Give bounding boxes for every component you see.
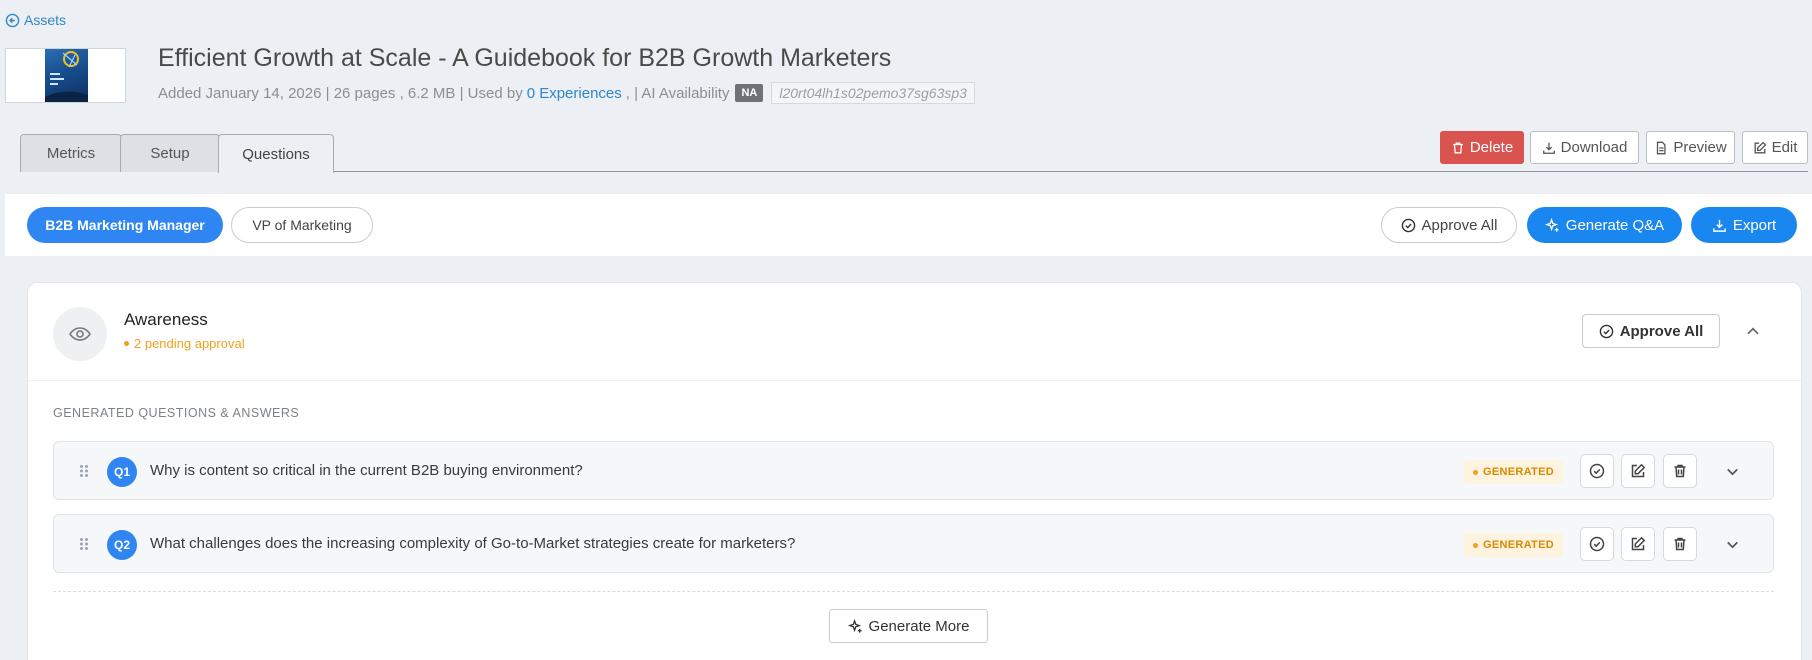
approve-all-persona-button[interactable]: Approve All	[1381, 207, 1517, 243]
delete-button-label: Delete	[1469, 139, 1514, 156]
persona-tab-b2b-marketing-manager[interactable]: B2B Marketing Manager	[27, 207, 223, 243]
generate-more-label: Generate More	[868, 617, 970, 635]
question-number-badge: Q2	[107, 530, 137, 560]
stage-card-awareness: Awareness 2 pending approval Approve All…	[27, 282, 1802, 660]
status-badge: GENERATED	[1464, 460, 1563, 484]
sparkle-icon	[847, 618, 863, 634]
approve-all-stage-label: Approve All	[1619, 322, 1704, 340]
status-label: GENERATED	[1483, 539, 1554, 551]
edit-icon	[1630, 536, 1646, 552]
preview-button-label: Preview	[1673, 139, 1727, 156]
status-badge: GENERATED	[1464, 533, 1563, 557]
trash-icon	[1672, 463, 1688, 479]
pending-dot-icon	[124, 341, 129, 346]
pending-approval-label: 2 pending approval	[134, 336, 245, 351]
check-circle-icon	[1589, 463, 1605, 479]
drag-handle-icon[interactable]	[79, 537, 89, 551]
tab-questions[interactable]: Questions	[218, 134, 334, 173]
dashed-divider	[53, 591, 1774, 592]
persona-bar: B2B Marketing Manager VP of Marketing Ap…	[5, 194, 1812, 256]
status-dot-icon	[1473, 542, 1478, 548]
asset-meta-suffix: , | AI Availability	[625, 84, 730, 102]
check-circle-icon	[1599, 324, 1614, 339]
download-icon	[1542, 141, 1556, 155]
drag-handle-icon[interactable]	[79, 464, 89, 478]
approve-question-button[interactable]	[1580, 454, 1614, 488]
status-label: GENERATED	[1483, 466, 1554, 478]
tab-setup[interactable]: Setup	[120, 134, 220, 172]
question-row[interactable]: Q1 Why is content so critical in the cur…	[53, 441, 1774, 500]
generate-qa-label: Generate Q&A	[1565, 216, 1665, 234]
chevron-down-icon[interactable]	[1724, 463, 1741, 480]
generate-qa-button[interactable]: Generate Q&A	[1527, 207, 1682, 243]
asset-id: l20rt04lh1s02pemo37sg63sp3	[771, 82, 975, 104]
delete-question-button[interactable]	[1663, 454, 1697, 488]
document-icon	[1654, 141, 1668, 155]
edit-button[interactable]: Edit	[1742, 131, 1808, 164]
question-number-badge: Q1	[107, 457, 137, 487]
asset-cover-image	[45, 49, 88, 102]
asset-thumbnail[interactable]	[5, 48, 126, 103]
approve-all-persona-label: Approve All	[1421, 216, 1498, 234]
edit-button-label: Edit	[1771, 139, 1798, 156]
status-dot-icon	[1473, 469, 1478, 475]
experiences-link[interactable]: 0 Experiences	[527, 85, 622, 102]
stage-title: Awareness	[124, 310, 208, 329]
export-button-label: Export	[1732, 216, 1777, 234]
asset-meta-prefix: Added January 14, 2026 | 26 pages , 6.2 …	[158, 84, 523, 102]
chevron-up-icon[interactable]	[1744, 322, 1762, 340]
tab-metrics[interactable]: Metrics	[20, 134, 122, 172]
sparkle-icon	[1544, 217, 1560, 233]
back-link-assets[interactable]: Assets	[5, 12, 66, 28]
preview-button[interactable]: Preview	[1646, 131, 1735, 164]
check-circle-icon	[1589, 536, 1605, 552]
card-divider	[28, 380, 1801, 381]
download-button-label: Download	[1560, 139, 1628, 156]
delete-button[interactable]: Delete	[1440, 131, 1524, 164]
back-link-label: Assets	[24, 12, 67, 28]
edit-icon	[1630, 463, 1646, 479]
edit-question-button[interactable]	[1621, 454, 1655, 488]
persona-tab-vp-of-marketing[interactable]: VP of Marketing	[231, 207, 373, 243]
export-button[interactable]: Export	[1691, 207, 1797, 243]
ai-availability-badge: NA	[735, 84, 764, 102]
trash-icon	[1672, 536, 1688, 552]
arrow-left-circle-icon	[5, 13, 20, 28]
edit-question-button[interactable]	[1621, 527, 1655, 561]
approve-all-stage-button[interactable]: Approve All	[1582, 314, 1720, 348]
asset-title: Efficient Growth at Scale - A Guidebook …	[158, 44, 892, 72]
delete-question-button[interactable]	[1663, 527, 1697, 561]
asset-meta: Added January 14, 2026 | 26 pages , 6.2 …	[158, 82, 975, 104]
chevron-down-icon[interactable]	[1724, 536, 1741, 553]
download-icon	[1712, 218, 1727, 233]
section-label: GENERATED QUESTIONS & ANSWERS	[53, 406, 300, 420]
approve-question-button[interactable]	[1580, 527, 1614, 561]
edit-icon	[1753, 141, 1767, 155]
download-button[interactable]: Download	[1530, 131, 1639, 164]
check-circle-icon	[1401, 218, 1416, 233]
trash-icon	[1451, 141, 1465, 155]
eye-icon	[53, 307, 107, 361]
pending-approval-status: 2 pending approval	[124, 336, 245, 351]
question-text: What challenges does the increasing comp…	[150, 535, 796, 552]
question-row[interactable]: Q2 What challenges does the increasing c…	[53, 514, 1774, 573]
question-text: Why is content so critical in the curren…	[150, 462, 583, 479]
generate-more-button[interactable]: Generate More	[829, 609, 988, 643]
